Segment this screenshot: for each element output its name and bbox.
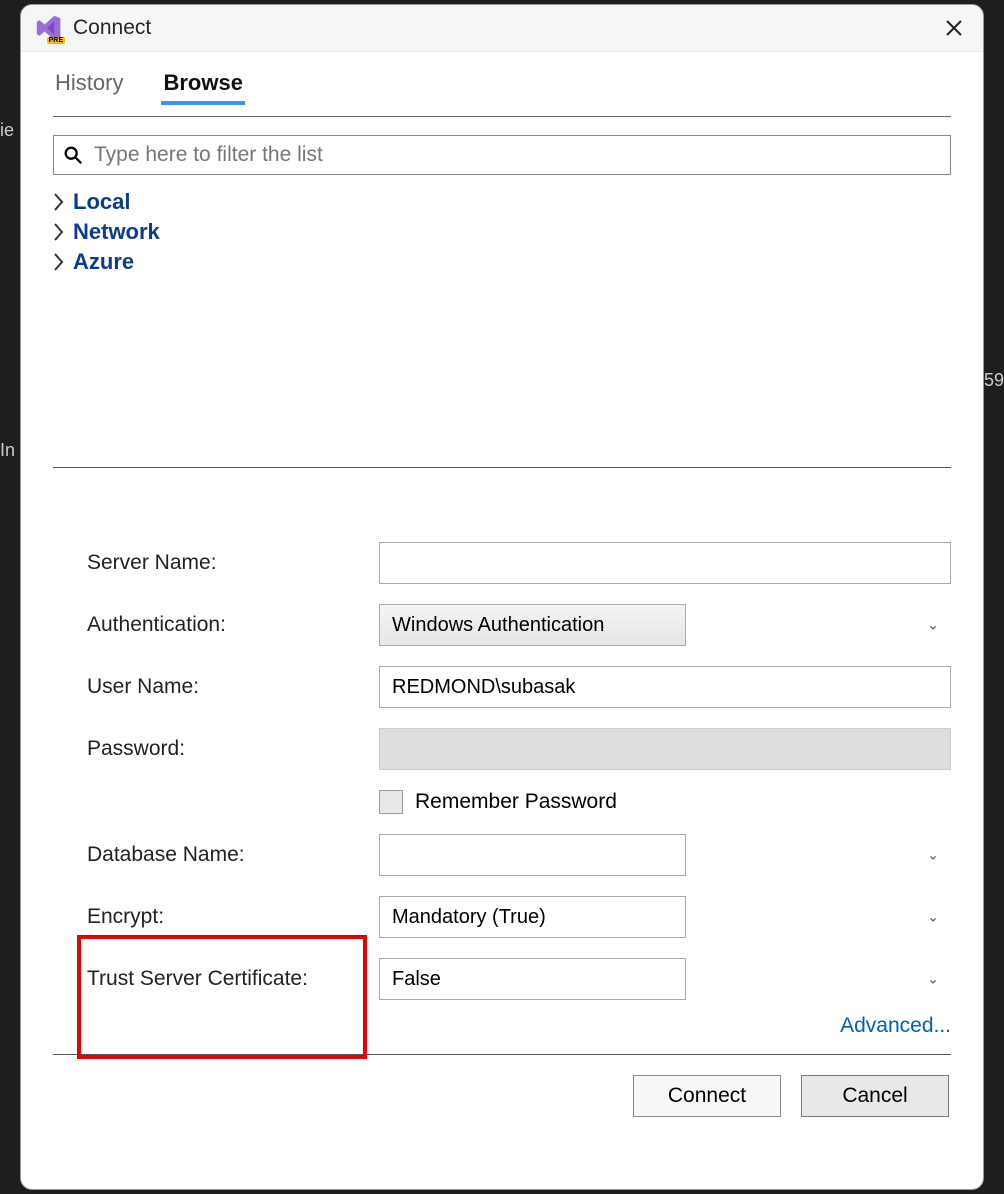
trust-cert-label: Trust Server Certificate: bbox=[87, 967, 367, 991]
tree-label: Local bbox=[73, 189, 130, 215]
password-label: Password: bbox=[87, 737, 367, 761]
server-name-input[interactable] bbox=[379, 542, 951, 584]
database-name-select[interactable] bbox=[379, 834, 686, 876]
divider bbox=[53, 116, 951, 117]
chevron-right-icon bbox=[53, 193, 65, 211]
tree-item-azure[interactable]: Azure bbox=[53, 247, 951, 277]
remember-password-label: Remember Password bbox=[415, 790, 617, 814]
tree-item-network[interactable]: Network bbox=[53, 217, 951, 247]
authentication-select[interactable] bbox=[379, 604, 686, 646]
divider bbox=[53, 467, 951, 468]
titlebar: PRE Connect bbox=[21, 5, 983, 52]
user-name-input[interactable] bbox=[379, 666, 951, 708]
close-button[interactable] bbox=[939, 13, 969, 43]
remember-password-checkbox[interactable] bbox=[379, 790, 403, 814]
chevron-right-icon bbox=[53, 223, 65, 241]
close-icon bbox=[944, 18, 964, 38]
connection-form: Server Name: Authentication: ⌄ User Name… bbox=[53, 542, 951, 1000]
advanced-link[interactable]: Advanced... bbox=[53, 1014, 951, 1038]
connect-dialog: PRE Connect History Browse Local Network bbox=[20, 4, 984, 1190]
chevron-down-icon: ⌄ bbox=[927, 909, 939, 926]
chevron-down-icon: ⌄ bbox=[927, 847, 939, 864]
divider bbox=[53, 1054, 951, 1055]
tree-label: Azure bbox=[73, 249, 134, 275]
trust-cert-select[interactable] bbox=[379, 958, 686, 1000]
authentication-label: Authentication: bbox=[87, 613, 367, 637]
cancel-button[interactable]: Cancel bbox=[801, 1075, 949, 1117]
dialog-title: Connect bbox=[73, 16, 151, 40]
bg-snippet: ie bbox=[0, 120, 14, 141]
filter-box bbox=[53, 135, 951, 175]
tree-label: Network bbox=[73, 219, 160, 245]
bg-snippet: In bbox=[0, 440, 15, 461]
server-tree: Local Network Azure bbox=[53, 187, 951, 277]
connect-button[interactable]: Connect bbox=[633, 1075, 781, 1117]
password-input bbox=[379, 728, 951, 770]
encrypt-select[interactable] bbox=[379, 896, 686, 938]
database-name-label: Database Name: bbox=[87, 843, 367, 867]
pre-badge: PRE bbox=[47, 37, 65, 44]
button-row: Connect Cancel bbox=[53, 1075, 951, 1117]
filter-input[interactable] bbox=[94, 143, 942, 167]
encrypt-label: Encrypt: bbox=[87, 905, 367, 929]
tabs: History Browse bbox=[53, 64, 951, 104]
chevron-right-icon bbox=[53, 253, 65, 271]
chevron-down-icon: ⌄ bbox=[927, 617, 939, 634]
tree-item-local[interactable]: Local bbox=[53, 187, 951, 217]
chevron-down-icon: ⌄ bbox=[927, 971, 939, 988]
bg-snippet: 59 bbox=[984, 370, 1004, 391]
tab-browse[interactable]: Browse bbox=[161, 64, 244, 104]
server-name-label: Server Name: bbox=[87, 551, 367, 575]
vs-logo-icon: PRE bbox=[35, 14, 63, 42]
search-icon bbox=[62, 144, 84, 166]
user-name-label: User Name: bbox=[87, 675, 367, 699]
tab-history[interactable]: History bbox=[53, 64, 125, 104]
